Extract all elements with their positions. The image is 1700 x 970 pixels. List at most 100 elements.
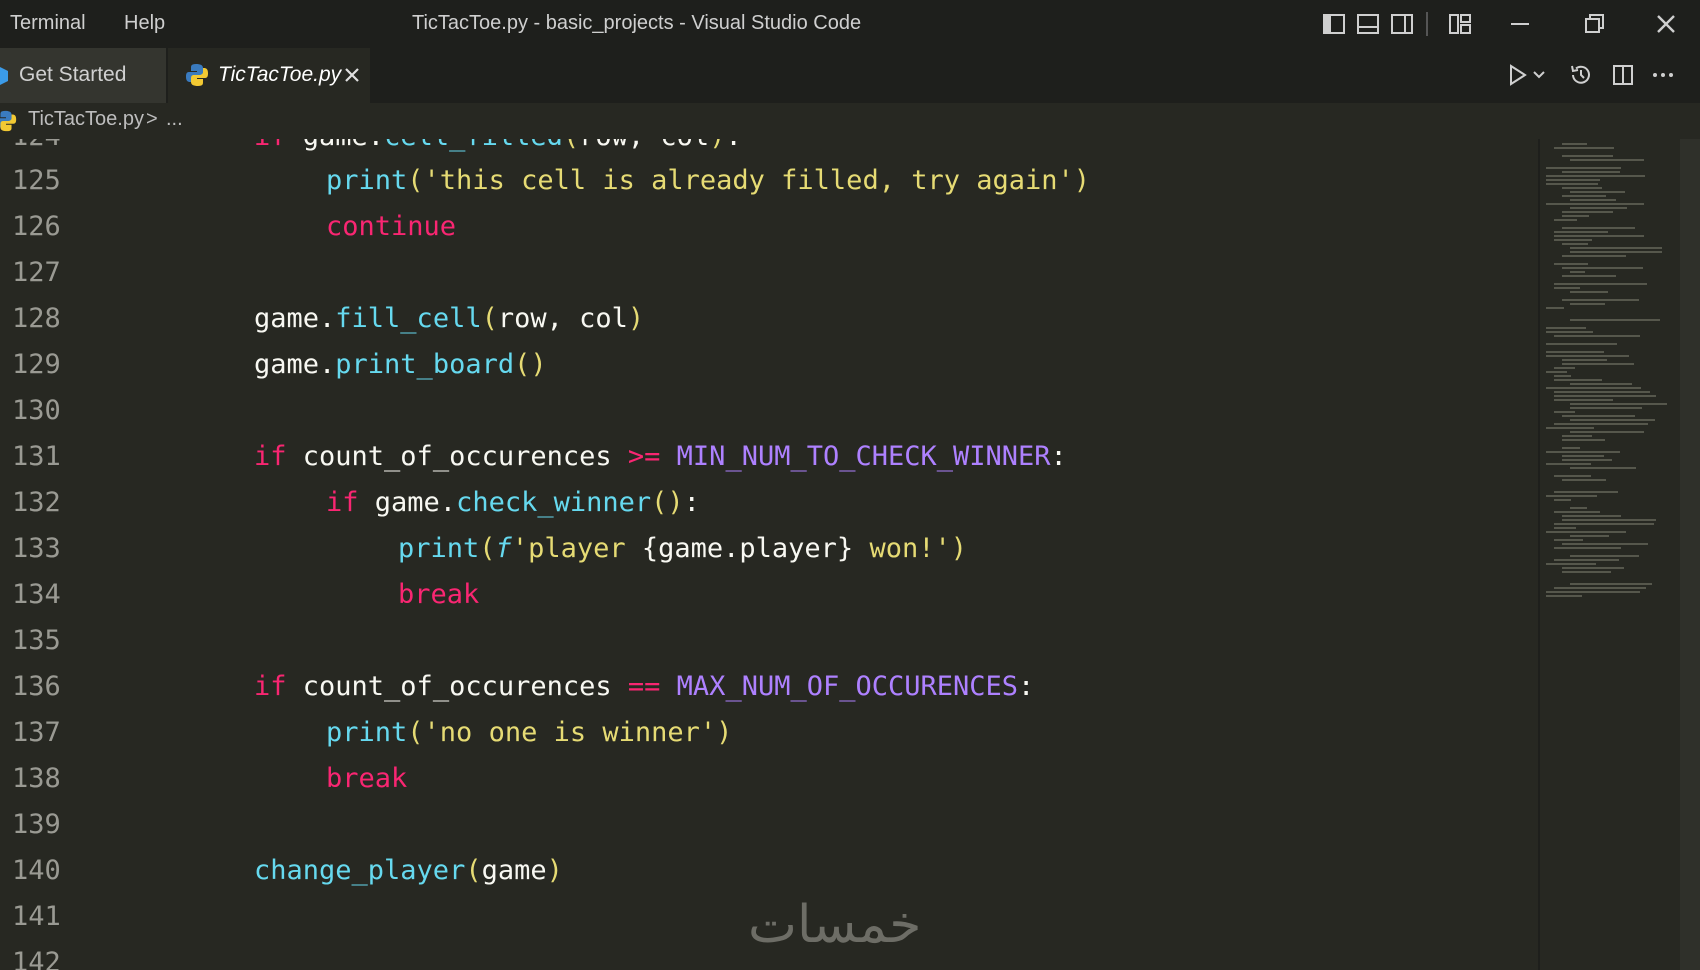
minimap-line <box>1546 355 1629 357</box>
minimap-line <box>1546 307 1564 309</box>
minimap-line <box>1554 587 1646 589</box>
minimap-line <box>1554 239 1592 241</box>
minimap-line <box>1562 211 1613 213</box>
customize-layout-icon[interactable] <box>1446 10 1474 38</box>
line-number: 131 <box>12 441 61 472</box>
minimap-line <box>1546 371 1567 373</box>
code-editor[interactable]: 124 if game.cell_filled(row, col): 125 p… <box>0 139 1538 970</box>
breadcrumb: TicTacToe.py > ... <box>0 103 1700 139</box>
minimap-line <box>1546 183 1598 185</box>
code-text: break <box>326 763 408 794</box>
line-number: 126 <box>12 211 61 242</box>
minimap-line <box>1570 555 1639 557</box>
code-text: game.fill_cell(row, col) <box>254 303 645 334</box>
vertical-scrollbar[interactable] <box>1680 139 1700 970</box>
minimap-line <box>1562 479 1606 481</box>
line-number: 138 <box>12 763 61 794</box>
minimap-line <box>1570 403 1667 405</box>
minimap[interactable] <box>1538 139 1700 970</box>
breadcrumb-more[interactable]: ... <box>166 108 183 131</box>
minimap-line <box>1562 515 1621 517</box>
code-text: continue <box>326 211 457 242</box>
minimap-line <box>1546 179 1600 181</box>
minimap-line <box>1554 411 1575 413</box>
code-text: print(f'player {game.player} won!') <box>398 533 967 564</box>
line-number: 134 <box>12 579 61 610</box>
close-window-icon[interactable] <box>1652 10 1680 38</box>
watermark-logo: خمسات <box>748 895 922 955</box>
close-tab-icon[interactable] <box>342 65 362 85</box>
line-number: 135 <box>12 625 61 656</box>
minimap-line <box>1570 159 1644 161</box>
minimap-line <box>1562 519 1656 521</box>
minimap-line <box>1562 187 1602 189</box>
minimap-line <box>1554 263 1588 265</box>
menu-help[interactable]: Help <box>124 12 165 35</box>
chevron-down-icon[interactable] <box>1532 68 1546 82</box>
minimap-line <box>1562 359 1607 361</box>
minimap-line <box>1570 467 1636 469</box>
minimap-line <box>1546 343 1617 345</box>
breadcrumb-file[interactable]: TicTacToe.py <box>28 108 144 131</box>
minimap-line <box>1554 547 1621 549</box>
code-line: 133 print(f'player {game.player} won!') <box>0 526 1538 572</box>
minimap-line <box>1546 327 1586 329</box>
minimap-line <box>1562 275 1616 277</box>
minimap-line <box>1554 539 1583 541</box>
minimap-line <box>1570 291 1608 293</box>
minimap-line <box>1562 155 1613 157</box>
minimap-line <box>1562 299 1639 301</box>
minimap-line <box>1570 583 1652 585</box>
minimap-line <box>1570 207 1627 209</box>
minimap-line <box>1546 427 1594 429</box>
minimap-line <box>1546 495 1597 497</box>
minimap-line <box>1570 271 1585 273</box>
code-text: game.print_board() <box>254 349 547 380</box>
minimap-line <box>1546 563 1596 565</box>
more-actions-icon[interactable] <box>1650 62 1676 88</box>
code-line: 124 if game.cell_filled(row, col): <box>0 139 1538 160</box>
code-line: 126 continue <box>0 204 1538 250</box>
minimap-line <box>1562 459 1612 461</box>
minimize-icon[interactable] <box>1506 10 1534 38</box>
menu-terminal[interactable]: Terminal <box>10 12 86 35</box>
minimap-line <box>1554 235 1644 237</box>
code-line: 130 <box>0 388 1538 434</box>
minimap-line <box>1570 383 1632 385</box>
code-line: 128 game.fill_cell(row, col) <box>0 296 1538 342</box>
toggle-secondary-sidebar-icon[interactable] <box>1388 10 1416 38</box>
code-line: 134 break <box>0 572 1538 618</box>
toggle-panel-icon[interactable] <box>1354 10 1382 38</box>
minimap-line <box>1554 147 1614 149</box>
run-icon[interactable] <box>1504 62 1530 88</box>
history-icon[interactable] <box>1568 62 1594 88</box>
code-line: 129 game.print_board() <box>0 342 1538 388</box>
minimap-line <box>1554 367 1575 369</box>
minimap-line <box>1554 475 1591 477</box>
code-text: change_player(game) <box>254 855 563 886</box>
tab-get-started[interactable]: Get Started <box>0 48 166 103</box>
tab-bar: Get Started TicTacToe.py <box>0 48 1700 103</box>
toggle-primary-sidebar-icon[interactable] <box>1320 10 1348 38</box>
minimap-line <box>1562 363 1634 365</box>
code-line: 127 <box>0 250 1538 296</box>
minimap-line <box>1546 351 1604 353</box>
minimap-line <box>1570 303 1605 305</box>
minimap-line <box>1570 407 1642 409</box>
tab-tictactoe[interactable]: TicTacToe.py <box>168 48 370 103</box>
minimap-line <box>1570 191 1625 193</box>
minimap-line <box>1570 251 1662 253</box>
minimap-line <box>1554 335 1640 337</box>
minimap-line <box>1554 399 1613 401</box>
code-text: if game.check_winner(): <box>326 487 700 518</box>
title-bar: Terminal Help TicTacToe.py - basic_proje… <box>0 0 1700 48</box>
minimap-line <box>1554 491 1618 493</box>
minimap-line <box>1570 535 1609 537</box>
minimap-line <box>1546 203 1644 205</box>
restore-icon[interactable] <box>1580 10 1608 38</box>
minimap-line <box>1546 387 1641 389</box>
minimap-line <box>1570 419 1655 421</box>
split-editor-icon[interactable] <box>1610 62 1636 88</box>
line-number: 142 <box>12 947 61 970</box>
python-file-icon <box>0 110 17 132</box>
